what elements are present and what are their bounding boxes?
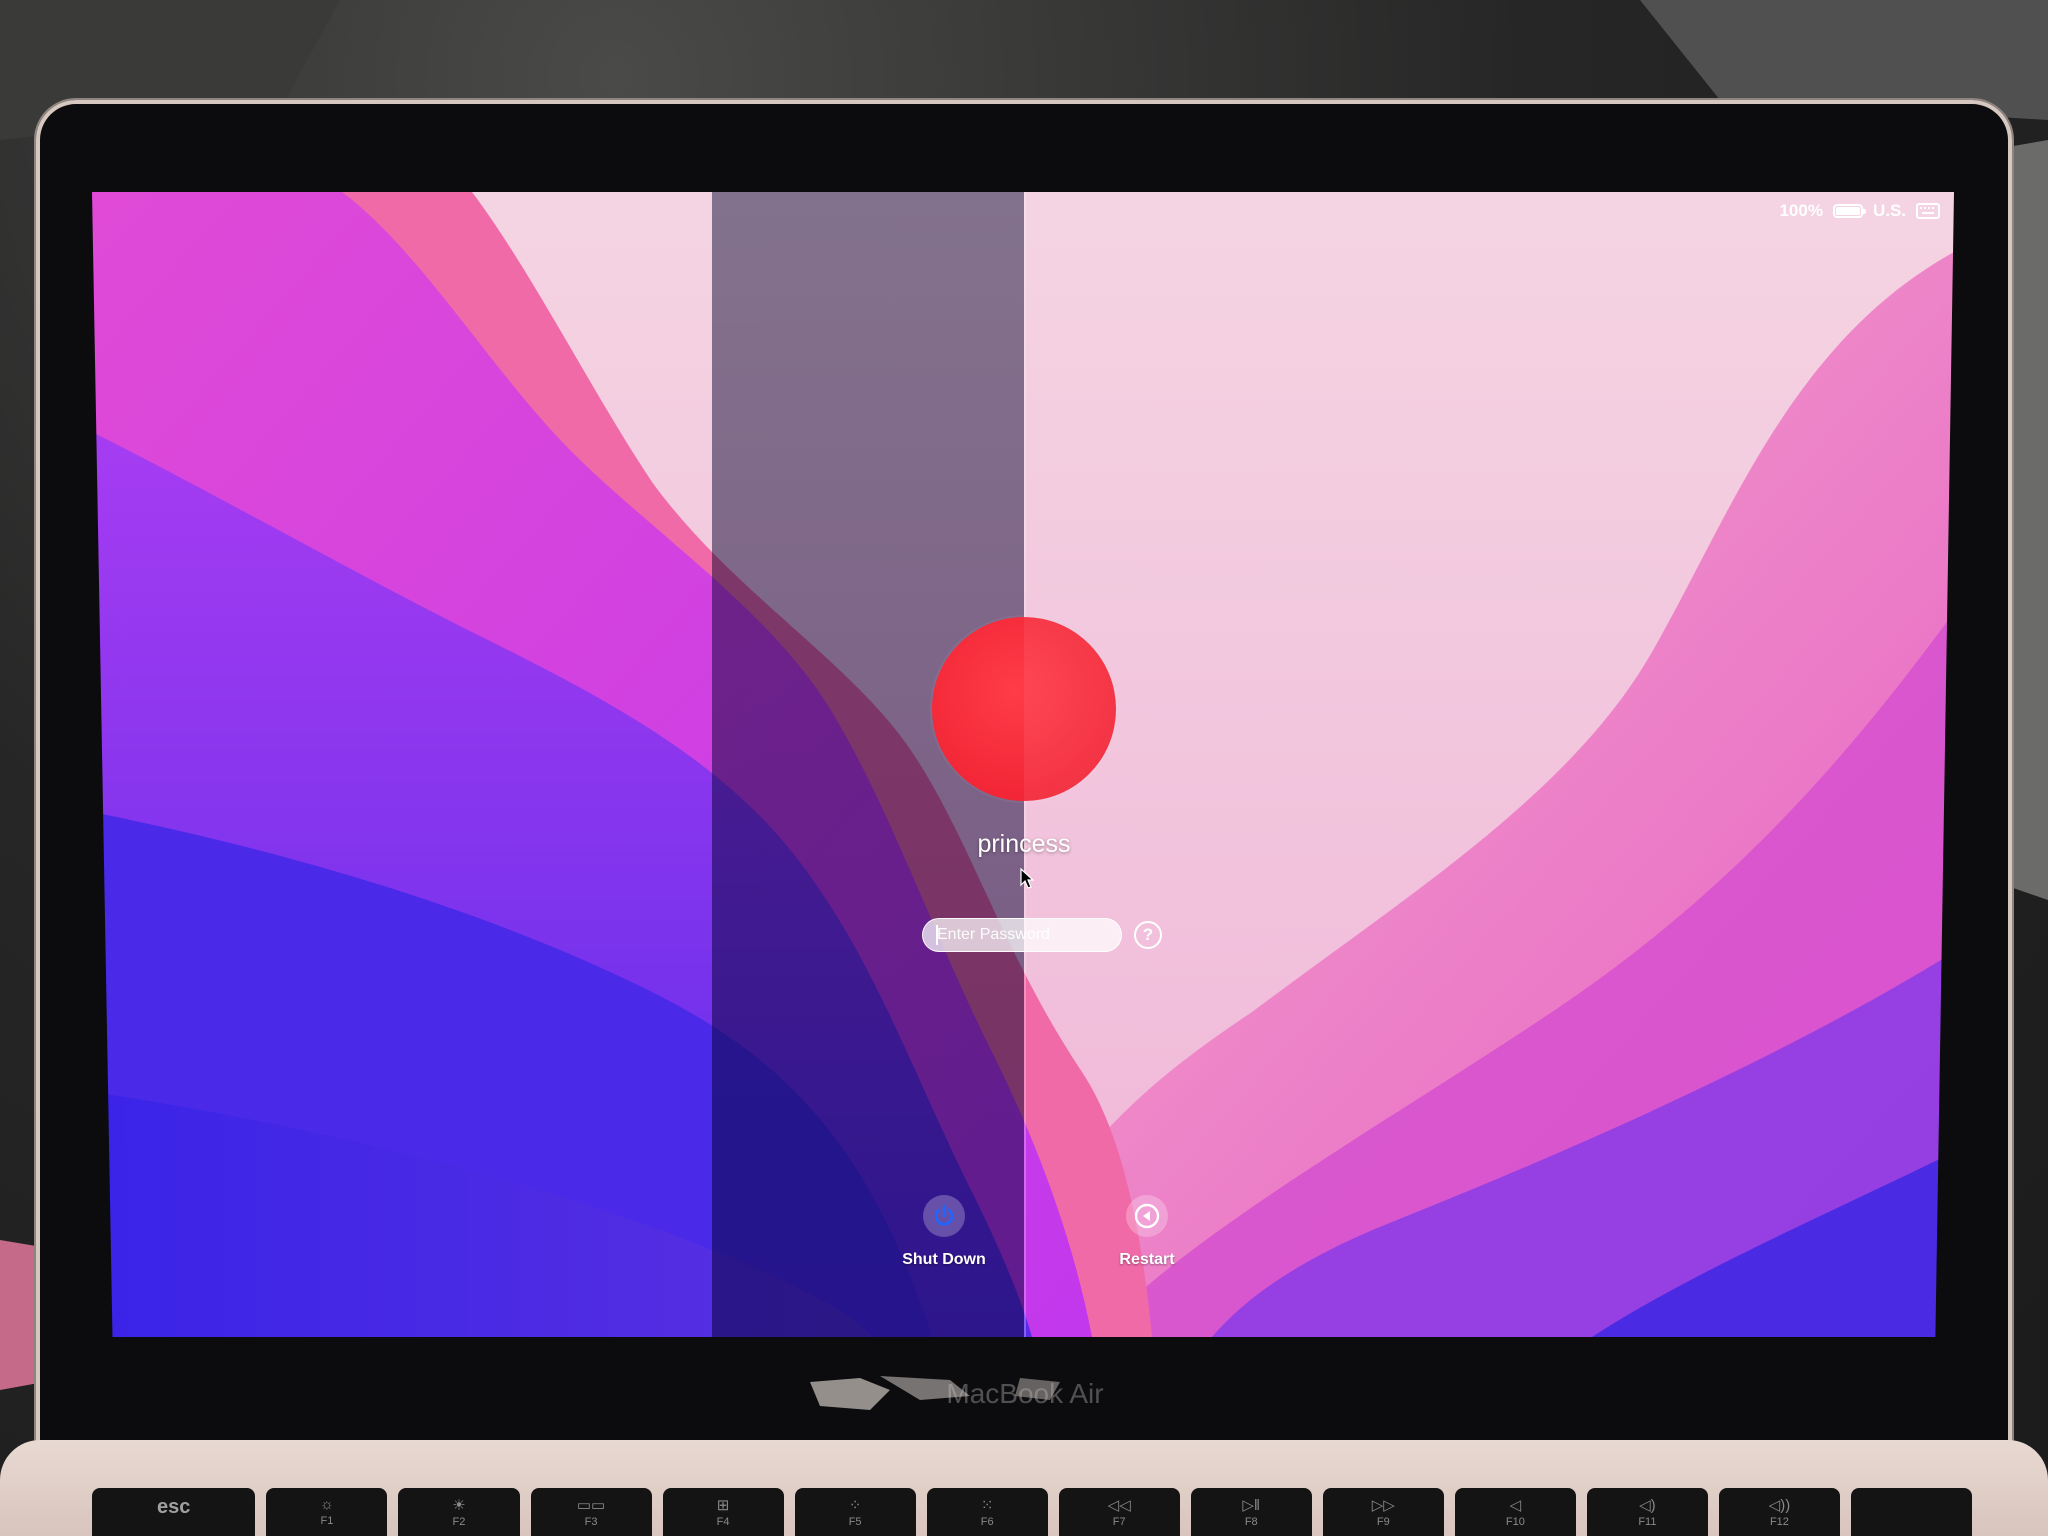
- input-source[interactable]: U.S.: [1873, 201, 1906, 221]
- key-f5[interactable]: ⁘ F5: [794, 1488, 916, 1536]
- key-f12[interactable]: ◁)) F12: [1718, 1488, 1840, 1536]
- function-key-row: esc ☼ F1 ☀ F2 ▭▭ F3 ⊞ F4 ⁘ F5 ⁙ F6 ◁◁ F7 ▷‖ F8 ▷…: [92, 1488, 1973, 1536]
- key-f10[interactable]: ◁ F10: [1454, 1488, 1576, 1536]
- key-f8[interactable]: ▷‖ F8: [1190, 1488, 1312, 1536]
- key-f3[interactable]: ▭▭ F3: [530, 1488, 652, 1536]
- menubar-status: 100% U.S.: [1779, 198, 1940, 224]
- key-touch-id[interactable]: [1850, 1488, 1973, 1536]
- key-f7[interactable]: ◁◁ F7: [1058, 1488, 1180, 1536]
- key-f1[interactable]: ☼ F1: [266, 1488, 388, 1536]
- key-esc[interactable]: esc: [92, 1488, 256, 1536]
- keyboard-icon[interactable]: [1916, 203, 1940, 219]
- key-f9[interactable]: ▷▷ F9: [1322, 1488, 1444, 1536]
- key-f2[interactable]: ☀ F2: [398, 1488, 520, 1536]
- display-damage-edge: [1024, 192, 1026, 1337]
- display-damage-band: [712, 192, 1024, 1337]
- key-f6[interactable]: ⁙ F6: [926, 1488, 1048, 1536]
- key-f11[interactable]: ◁) F11: [1586, 1488, 1708, 1536]
- key-f4[interactable]: ⊞ F4: [662, 1488, 784, 1536]
- battery-percent: 100%: [1779, 201, 1823, 220]
- bezel-scratch: [810, 1376, 1060, 1410]
- login-screen: 100% U.S.: [92, 192, 1954, 1337]
- battery-full-icon[interactable]: [1832, 204, 1866, 218]
